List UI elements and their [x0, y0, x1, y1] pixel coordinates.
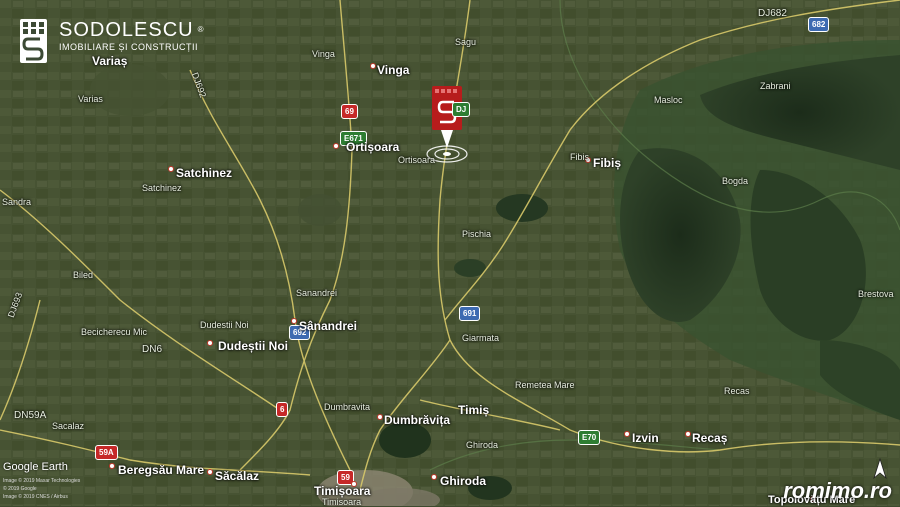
registered-mark: ®: [197, 25, 205, 34]
place-dot-izvin: [624, 431, 630, 437]
label-varias-small: Varias: [78, 94, 103, 104]
label-satchinez-small: Satchinez: [142, 183, 182, 193]
place-dot-beregsau-mare: [109, 463, 115, 469]
label-pischia: Pischia: [462, 229, 492, 239]
road-shield-682: 682: [808, 17, 830, 32]
label-biled: Biled: [73, 270, 94, 280]
label-ortisoara: Ortișoara: [346, 140, 400, 154]
label-sacalaz: Săcălaz: [215, 469, 260, 483]
label-sacalaz-small: Sacalaz: [52, 421, 85, 431]
label-becicherecu-mic: Becicherecu Mic: [81, 327, 148, 337]
label-satchinez: Satchinez: [176, 166, 233, 180]
road-shield-691: 691: [459, 306, 481, 321]
label-timis: Timiș: [458, 403, 490, 417]
label-izvin: Izvin: [632, 431, 659, 445]
label-beregsau-mare: Beregsău Mare: [118, 463, 205, 477]
label-timisoara: Timișoara: [314, 484, 371, 498]
logo-mark-icon: [20, 19, 47, 63]
google-earth-logo: Google Earth: [3, 461, 68, 473]
label-vinga-small: Vinga: [312, 49, 335, 59]
imagery-credit-3: Image © 2019 CNES / Airbus: [3, 494, 68, 500]
place-dot-recas: [685, 431, 691, 437]
satellite-map[interactable]: [0, 0, 900, 506]
place-dot-ghiroda: [431, 474, 437, 480]
label-fibis: Fibiș: [593, 156, 622, 170]
label-sanandrei: Sânandrei: [299, 319, 358, 333]
place-dot-sacalaz: [207, 469, 213, 475]
road-shield-dj: DJ: [452, 102, 471, 117]
imagery-credit-2: © 2019 Google: [3, 486, 37, 492]
imagery-credit-1: Image © 2019 Maxar Technologies: [3, 478, 81, 484]
road-shield-59a: 59A: [95, 445, 118, 460]
logo-name: SODOLESCU: [59, 19, 194, 41]
label-sagu: Sagu: [455, 37, 477, 47]
label-dudestii-noi: Dudeștii Noi: [218, 339, 289, 353]
label-recas-small: Recas: [724, 386, 750, 396]
place-dot-dumbravita: [377, 414, 383, 420]
logo-tagline: IMOBILIARE ȘI CONSTRUCȚII: [59, 42, 199, 52]
label-ghiroda-small: Ghiroda: [466, 440, 499, 450]
label-recas: Recaș: [692, 431, 728, 445]
label-brestovat: Brestova: [858, 289, 894, 299]
place-dot-dudestii-noi: [207, 340, 213, 346]
label-bogda: Bogda: [722, 176, 749, 186]
road-shield-69: 69: [341, 104, 358, 119]
road-label-dn6: DN6: [142, 344, 163, 355]
label-sanandrei-small: Sanandrei: [296, 288, 338, 298]
place-dot-vinga: [370, 63, 376, 69]
north-arrow-icon: [872, 457, 888, 480]
place-dot-sanandrei: [291, 318, 297, 324]
label-sandra: Sandra: [2, 197, 32, 207]
place-dot-satchinez: [168, 166, 174, 172]
label-remetea-mare: Remetea Mare: [515, 380, 575, 390]
road-label-dn59a: DN59A: [14, 410, 47, 421]
road-shield-6: 6: [276, 402, 289, 417]
property-location-pin-icon[interactable]: [424, 86, 470, 164]
label-ortisoara-small: Ortisoara: [398, 155, 436, 165]
label-masloc: Masloc: [654, 95, 683, 105]
label-zabrani: Zabrani: [760, 81, 791, 91]
road-label-dj682: DJ682: [758, 8, 787, 19]
romimo-watermark: romimo.ro: [783, 478, 892, 503]
place-dot-ortisoara: [333, 143, 339, 149]
label-varias: Variaș: [92, 54, 128, 68]
label-dudestii-noi-small: Dudestii Noi: [200, 320, 249, 330]
road-shield-e70: E70: [578, 430, 601, 445]
label-dumbravita-small: Dumbravita: [324, 402, 371, 412]
label-fibis-small: Fibis: [570, 152, 590, 162]
label-dumbravita: Dumbrăvița: [384, 413, 451, 427]
label-giarmata: Giarmata: [462, 333, 500, 343]
label-vinga: Vinga: [377, 63, 410, 77]
label-ghiroda: Ghiroda: [440, 474, 487, 488]
